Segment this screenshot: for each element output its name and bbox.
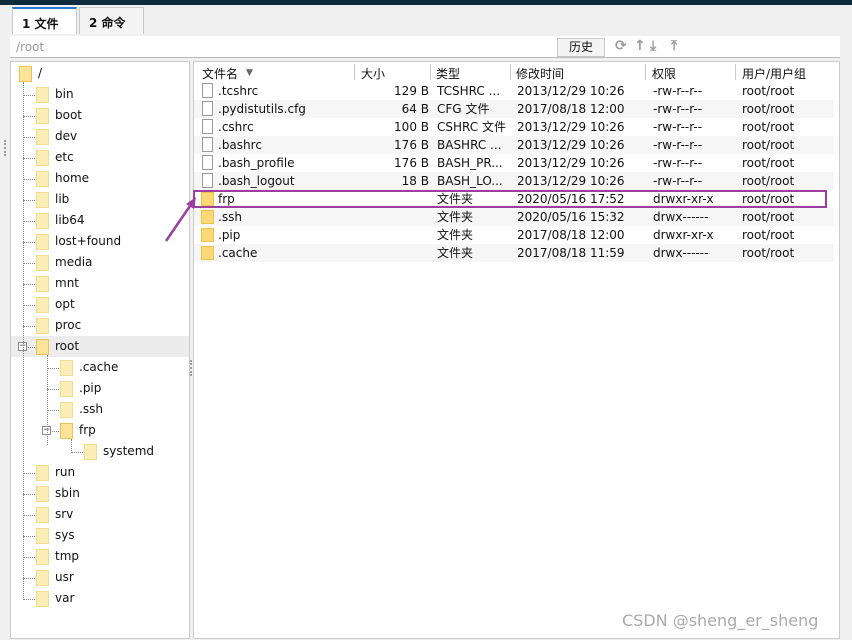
annotation-arrow-icon [164, 197, 196, 242]
watermark: CSDN @sheng_er_sheng [622, 611, 819, 630]
